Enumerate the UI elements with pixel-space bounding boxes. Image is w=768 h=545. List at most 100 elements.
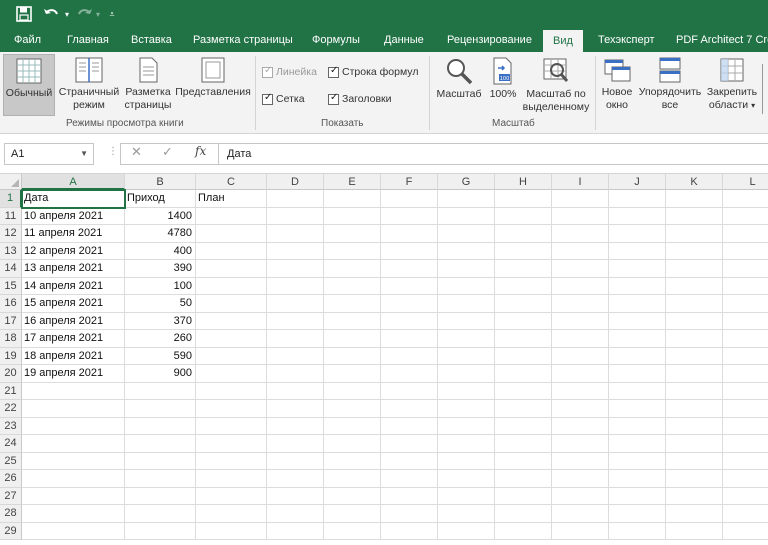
grid-cell[interactable] bbox=[438, 207, 495, 225]
grid-cell[interactable] bbox=[495, 487, 552, 505]
grid-cell[interactable] bbox=[125, 452, 196, 470]
grid-cell[interactable] bbox=[723, 453, 768, 470]
undo-dropdown-icon[interactable]: ▾ bbox=[62, 4, 72, 24]
grid-cell[interactable] bbox=[125, 505, 196, 523]
grid-cell[interactable] bbox=[196, 487, 267, 505]
grid-cell[interactable] bbox=[196, 417, 267, 435]
grid-cell[interactable] bbox=[609, 505, 666, 523]
grid-cell[interactable] bbox=[552, 452, 609, 470]
grid-cell[interactable] bbox=[609, 435, 666, 453]
grid-cell[interactable] bbox=[324, 190, 381, 208]
grid-cell[interactable] bbox=[495, 277, 552, 295]
grid-cell[interactable] bbox=[723, 365, 768, 383]
grid-cell[interactable] bbox=[552, 382, 609, 400]
column-header[interactable]: L bbox=[723, 174, 768, 190]
grid-cell[interactable]: 16 апреля 2021 bbox=[22, 312, 125, 330]
grid-cell[interactable] bbox=[495, 400, 552, 418]
select-all-button[interactable] bbox=[0, 174, 22, 190]
grid-cell[interactable]: 19 апреля 2021 bbox=[22, 365, 125, 383]
grid-cell[interactable] bbox=[666, 347, 723, 365]
grid-cell[interactable] bbox=[381, 487, 438, 505]
grid-cell[interactable] bbox=[609, 207, 666, 225]
grid-cell[interactable] bbox=[723, 505, 768, 523]
grid-cell[interactable] bbox=[267, 382, 324, 400]
grid-cell[interactable] bbox=[267, 295, 324, 313]
grid-cell[interactable] bbox=[22, 400, 125, 418]
column-header[interactable]: K bbox=[666, 174, 723, 190]
customize-qat-icon[interactable]: ⩡ bbox=[106, 4, 118, 24]
grid-cell[interactable] bbox=[552, 312, 609, 330]
grid-cell[interactable]: 370 bbox=[125, 312, 196, 330]
grid-cell[interactable] bbox=[324, 452, 381, 470]
grid-cell[interactable] bbox=[495, 260, 552, 278]
grid-cell[interactable] bbox=[666, 487, 723, 505]
grid-cell[interactable] bbox=[267, 400, 324, 418]
grid-cell[interactable] bbox=[381, 505, 438, 523]
row-header[interactable]: 22 bbox=[0, 400, 22, 418]
tab-pdf-architect[interactable]: PDF Architect 7 Crea bbox=[676, 28, 768, 52]
grid-cell[interactable] bbox=[22, 382, 125, 400]
grid-cell[interactable] bbox=[666, 277, 723, 295]
column-header[interactable]: J bbox=[609, 174, 666, 190]
grid-cell[interactable] bbox=[609, 452, 666, 470]
row-header[interactable]: 13 bbox=[0, 242, 22, 260]
grid-cell[interactable] bbox=[196, 435, 267, 453]
grid-cell[interactable] bbox=[22, 505, 125, 523]
row-header[interactable]: 24 bbox=[0, 435, 22, 453]
grid-cell[interactable] bbox=[438, 522, 495, 540]
grid-cell[interactable] bbox=[723, 523, 768, 540]
grid-cell[interactable] bbox=[609, 277, 666, 295]
grid-cell[interactable] bbox=[609, 487, 666, 505]
grid-cell[interactable] bbox=[196, 242, 267, 260]
grid-cell[interactable]: 15 апреля 2021 bbox=[22, 295, 125, 313]
grid-cell[interactable] bbox=[267, 365, 324, 383]
grid-cell[interactable]: 4780 bbox=[125, 225, 196, 243]
zoom-button[interactable]: Масштаб bbox=[433, 54, 485, 116]
undo-icon[interactable] bbox=[40, 4, 64, 24]
grid-cell[interactable]: 10 апреля 2021 bbox=[22, 207, 125, 225]
grid-cell[interactable] bbox=[125, 470, 196, 488]
grid-cell[interactable] bbox=[324, 295, 381, 313]
grid-cell[interactable] bbox=[666, 225, 723, 243]
row-header[interactable]: 20 bbox=[0, 365, 22, 383]
grid-cell[interactable] bbox=[666, 417, 723, 435]
grid-cell[interactable] bbox=[552, 522, 609, 540]
grid-cell[interactable] bbox=[609, 330, 666, 348]
grid-cell[interactable]: 260 bbox=[125, 330, 196, 348]
grid-cell[interactable] bbox=[609, 417, 666, 435]
grid-cell[interactable] bbox=[125, 435, 196, 453]
freeze-panes-button[interactable]: Закрепить области ▾ bbox=[704, 54, 760, 116]
tab-review[interactable]: Рецензирование bbox=[447, 28, 532, 52]
grid-cell[interactable] bbox=[438, 225, 495, 243]
grid-cell[interactable] bbox=[438, 435, 495, 453]
grid-cell[interactable]: 390 bbox=[125, 260, 196, 278]
row-header[interactable]: 15 bbox=[0, 277, 22, 295]
row-header[interactable]: 12 bbox=[0, 225, 22, 243]
grid-cell[interactable] bbox=[438, 242, 495, 260]
grid-cell[interactable] bbox=[723, 190, 768, 208]
grid-cell[interactable] bbox=[324, 365, 381, 383]
grid-cell[interactable] bbox=[723, 260, 768, 278]
grid-cell[interactable] bbox=[381, 277, 438, 295]
grid-cell[interactable] bbox=[666, 452, 723, 470]
grid-cell[interactable] bbox=[196, 505, 267, 523]
grid-cell[interactable] bbox=[381, 312, 438, 330]
grid-cell[interactable] bbox=[267, 277, 324, 295]
grid-cell[interactable]: Приход bbox=[125, 190, 196, 208]
column-header[interactable]: F bbox=[381, 174, 438, 190]
grid-cell[interactable] bbox=[381, 330, 438, 348]
grid-cell[interactable] bbox=[196, 470, 267, 488]
grid-cell[interactable] bbox=[438, 347, 495, 365]
grid-cell[interactable] bbox=[495, 505, 552, 523]
grid-cell[interactable] bbox=[22, 452, 125, 470]
grid-cell[interactable] bbox=[381, 260, 438, 278]
grid-cell[interactable] bbox=[438, 417, 495, 435]
grid-cell[interactable] bbox=[438, 400, 495, 418]
grid-cell[interactable] bbox=[666, 207, 723, 225]
grid-cell[interactable] bbox=[495, 190, 552, 208]
grid-cell[interactable] bbox=[196, 330, 267, 348]
grid-cell[interactable] bbox=[495, 470, 552, 488]
row-header[interactable]: 18 bbox=[0, 330, 22, 348]
grid-cell[interactable] bbox=[267, 207, 324, 225]
grid-cell[interactable] bbox=[196, 365, 267, 383]
